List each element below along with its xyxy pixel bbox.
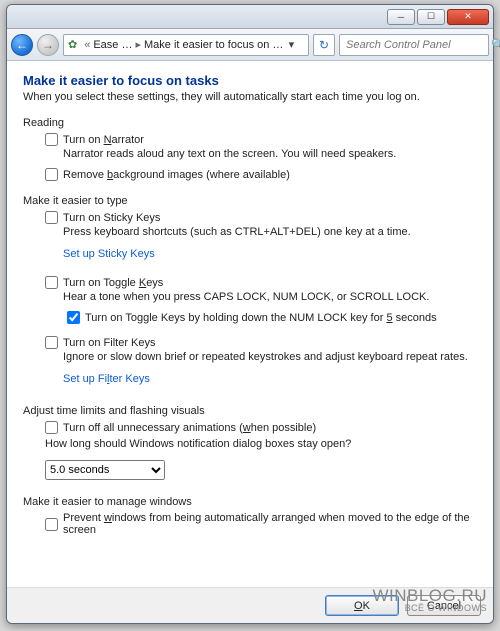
breadcrumb-seg-2[interactable]: Make it easier to focus on … xyxy=(144,39,283,51)
checkbox-filter-keys[interactable] xyxy=(45,336,58,349)
back-button[interactable]: ← xyxy=(11,34,33,56)
content-pane: Make it easier to focus on tasks When yo… xyxy=(7,61,493,587)
section-windows: Make it easier to manage windows xyxy=(23,496,477,508)
checkbox-sticky-keys[interactable] xyxy=(45,211,58,224)
chevron-left-icon: « xyxy=(81,39,93,51)
forward-button[interactable]: → xyxy=(37,34,59,56)
search-icon: 🔍 xyxy=(491,38,500,51)
label-sticky-keys: Turn on Sticky Keys xyxy=(63,212,160,224)
link-setup-sticky-keys[interactable]: Set up Sticky Keys xyxy=(63,248,155,260)
page-title: Make it easier to focus on tasks xyxy=(23,73,477,88)
chevron-right-icon: ▸ xyxy=(132,38,144,51)
option-toggle-keys[interactable]: Turn on Toggle Keys xyxy=(45,276,477,289)
label-animations-off: Turn off all unnecessary animations (whe… xyxy=(63,422,316,434)
label-toggle-keys: Turn on Toggle Keys xyxy=(63,277,163,289)
button-bar: OK Cancel xyxy=(7,587,493,623)
explain-toggle-keys: Hear a tone when you press CAPS LOCK, NU… xyxy=(63,291,477,303)
arrow-right-icon: → xyxy=(42,38,54,52)
search-input[interactable] xyxy=(344,38,491,52)
checkbox-toggle-keys-numlock[interactable] xyxy=(67,311,80,324)
window-frame: ─ ☐ ✕ ← → ✿ « Ease … ▸ Make it easier to… xyxy=(6,4,494,624)
label-filter-keys: Turn on Filter Keys xyxy=(63,337,156,349)
checkbox-narrator[interactable] xyxy=(45,133,58,146)
option-filter-keys[interactable]: Turn on Filter Keys xyxy=(45,336,477,349)
explain-sticky-keys: Press keyboard shortcuts (such as CTRL+A… xyxy=(63,226,477,238)
label-remove-bg: Remove background images (where availabl… xyxy=(63,169,290,181)
section-reading: Reading xyxy=(23,117,477,129)
section-typing: Make it easier to type xyxy=(23,195,477,207)
checkbox-prevent-auto-arrange[interactable] xyxy=(45,518,58,531)
cancel-button[interactable]: Cancel xyxy=(407,595,481,616)
search-box[interactable]: 🔍 xyxy=(339,34,489,56)
minimize-button[interactable]: ─ xyxy=(387,9,415,25)
maximize-button[interactable]: ☐ xyxy=(417,9,445,25)
label-prevent-auto-arrange: Prevent windows from being automatically… xyxy=(63,512,477,536)
refresh-icon: ↻ xyxy=(319,38,329,52)
section-visuals: Adjust time limits and flashing visuals xyxy=(23,405,477,417)
option-sticky-keys[interactable]: Turn on Sticky Keys xyxy=(45,211,477,224)
explain-narrator: Narrator reads aloud any text on the scr… xyxy=(63,148,477,160)
label-narrator: Turn on Narrator xyxy=(63,134,144,146)
select-notification-duration[interactable]: 5.0 seconds xyxy=(45,460,165,480)
navigation-toolbar: ← → ✿ « Ease … ▸ Make it easier to focus… xyxy=(7,29,493,61)
arrow-left-icon: ← xyxy=(16,38,28,52)
refresh-button[interactable]: ↻ xyxy=(313,34,335,56)
checkbox-toggle-keys[interactable] xyxy=(45,276,58,289)
option-narrator[interactable]: Turn on Narrator xyxy=(45,133,477,146)
titlebar: ─ ☐ ✕ xyxy=(7,5,493,29)
option-animations-off[interactable]: Turn off all unnecessary animations (whe… xyxy=(45,421,477,434)
ok-button[interactable]: OK xyxy=(325,595,399,616)
label-notification-duration: How long should Windows notification dia… xyxy=(45,438,477,450)
explain-filter-keys: Ignore or slow down brief or repeated ke… xyxy=(63,351,477,363)
close-button[interactable]: ✕ xyxy=(447,9,489,25)
option-remove-bg[interactable]: Remove background images (where availabl… xyxy=(45,168,477,181)
checkbox-remove-bg[interactable] xyxy=(45,168,58,181)
label-toggle-keys-numlock: Turn on Toggle Keys by holding down the … xyxy=(85,312,437,324)
page-subtitle: When you select these settings, they wil… xyxy=(23,91,477,103)
breadcrumb[interactable]: ✿ « Ease … ▸ Make it easier to focus on … xyxy=(63,34,309,56)
option-prevent-auto-arrange[interactable]: Prevent windows from being automatically… xyxy=(45,512,477,536)
link-setup-filter-keys[interactable]: Set up Filter Keys xyxy=(63,373,150,385)
ease-of-access-icon: ✿ xyxy=(68,38,77,51)
breadcrumb-seg-1[interactable]: Ease … xyxy=(93,39,132,51)
breadcrumb-dropdown-icon[interactable]: ▾ xyxy=(283,38,299,51)
option-toggle-keys-numlock[interactable]: Turn on Toggle Keys by holding down the … xyxy=(67,311,477,324)
checkbox-animations-off[interactable] xyxy=(45,421,58,434)
